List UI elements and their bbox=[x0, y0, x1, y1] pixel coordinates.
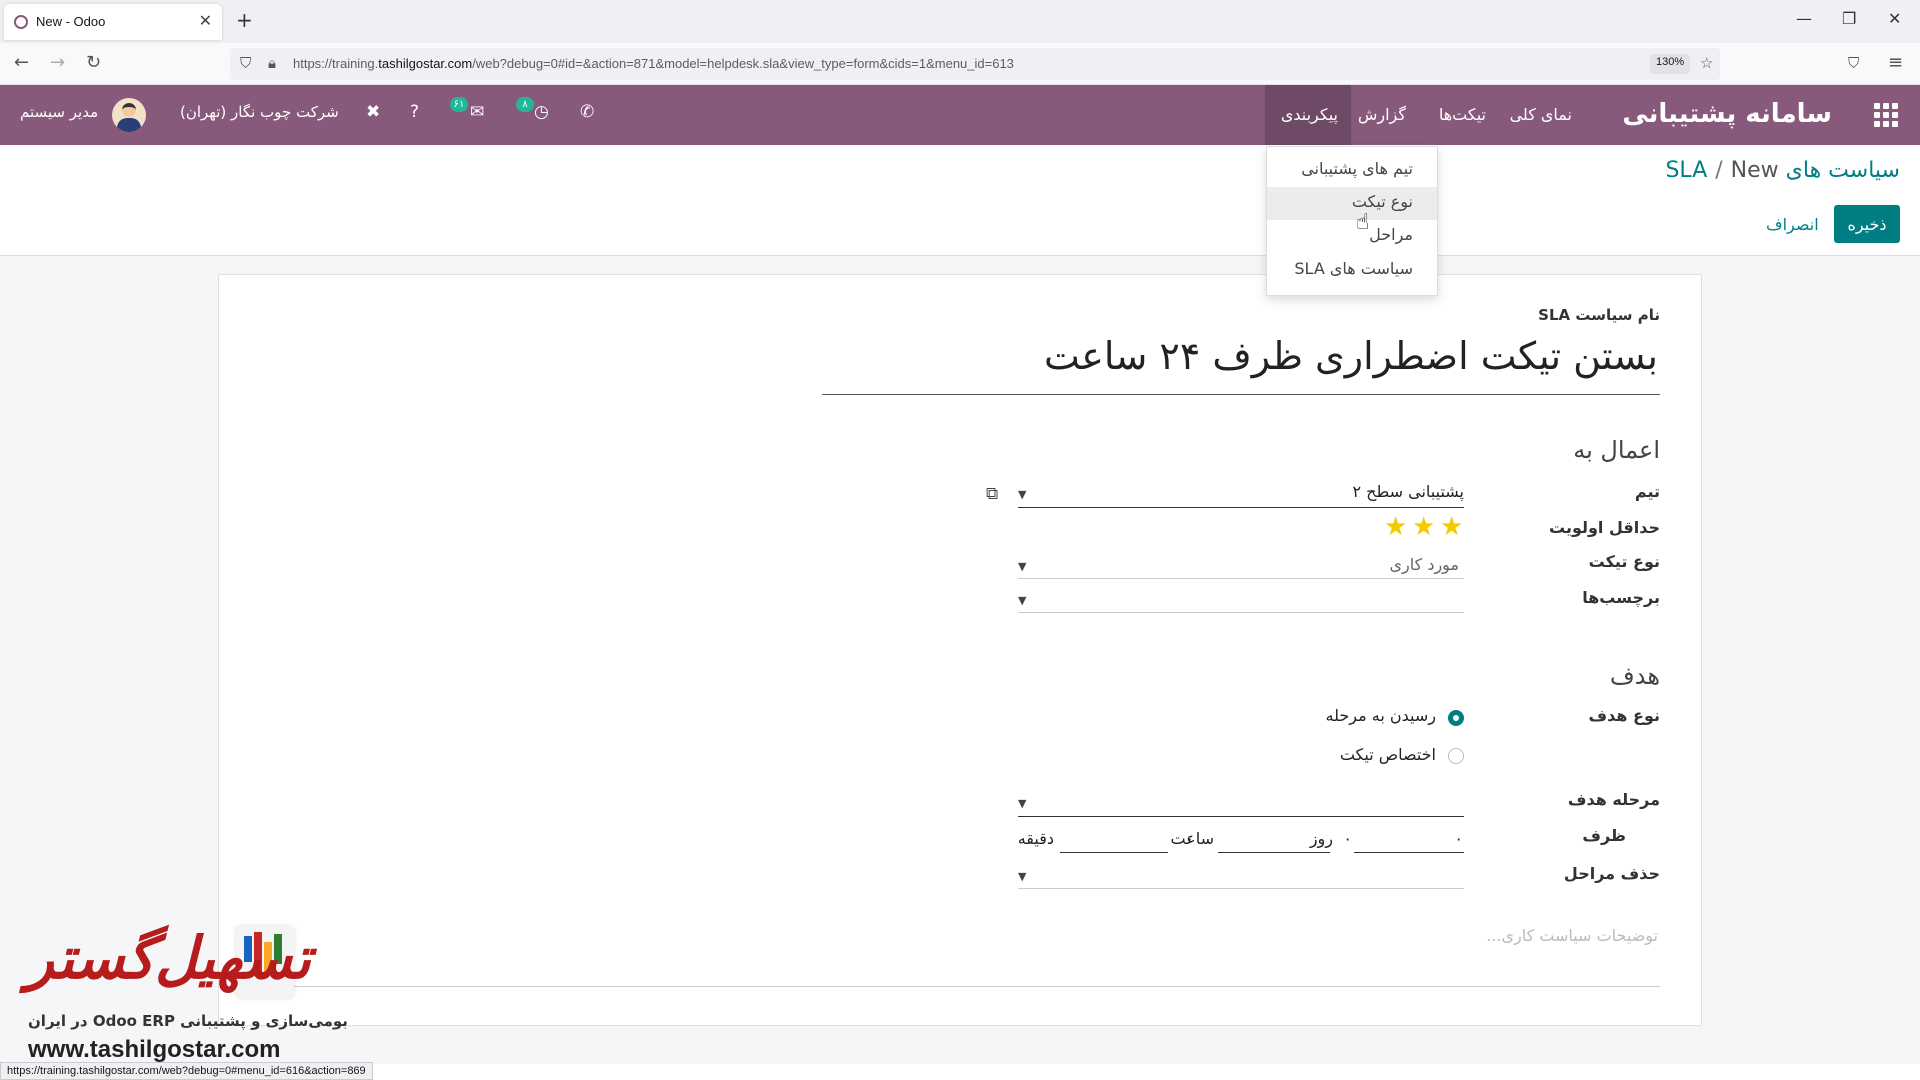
breadcrumb-parent[interactable]: سیاست های SLA bbox=[1665, 158, 1900, 183]
breadcrumb: سیاست های SLA/New bbox=[1665, 158, 1900, 183]
restore-window-icon[interactable]: ❐ bbox=[1842, 9, 1856, 28]
browser-tab-bar: New - Odoo ✕ + — ❐ ✕ bbox=[0, 0, 1920, 43]
dropdown-item-helpdesk-teams[interactable]: تیم های پشتیبانی bbox=[1301, 159, 1413, 178]
priority-star-icon[interactable]: ★ bbox=[1412, 512, 1435, 542]
url-bar[interactable]: ⛉ 🔒︎ https://training.tashilgostar.com/w… bbox=[230, 48, 1720, 80]
tags-underline bbox=[1018, 612, 1464, 613]
back-icon[interactable]: ← bbox=[14, 52, 29, 73]
messages-badge: ۶۱ bbox=[450, 97, 468, 112]
dropdown-item-ticket-types[interactable]: نوع تیکت bbox=[1352, 192, 1413, 211]
menu-configuration[interactable]: پیکربندی bbox=[1281, 105, 1338, 124]
mouse-cursor-icon: ☝ bbox=[1356, 210, 1370, 235]
menu-overview[interactable]: نمای کلی bbox=[1510, 105, 1572, 124]
priority-star-icon[interactable]: ★ bbox=[1440, 512, 1463, 542]
sla-name-input[interactable]: بستن تیکت اضطراری ظرف ۲۴ ساعت bbox=[1044, 334, 1658, 378]
hours-underline bbox=[1218, 852, 1330, 853]
reload-icon[interactable]: ↻ bbox=[86, 52, 101, 73]
odoo-navbar: سامانه پشتیبانی نمای کلی تیکت‌ها گزارش پ… bbox=[0, 85, 1920, 145]
browser-menu-icon[interactable]: ≡ bbox=[1888, 52, 1903, 73]
odoo-favicon-icon bbox=[14, 15, 28, 29]
watermark-logo-text: تسهیل‌گستر bbox=[26, 924, 311, 992]
shield-icon[interactable]: ⛉ bbox=[240, 54, 251, 72]
description-input[interactable]: توضیحات سیاست کاری... bbox=[1486, 926, 1658, 945]
description-underline bbox=[240, 986, 1660, 987]
target-stage-underline bbox=[1018, 816, 1464, 817]
watermark-subtitle: بومی‌سازی و پشتیبانی Odoo ERP در ایران bbox=[28, 1012, 348, 1030]
minutes-underline bbox=[1060, 852, 1168, 853]
ticket-type-label: نوع تیکت bbox=[1588, 552, 1660, 571]
browser-tab-title: New - Odoo bbox=[36, 14, 106, 29]
team-input[interactable]: پشتیبانی سطح ۲ bbox=[1353, 482, 1465, 501]
menu-tickets[interactable]: تیکت‌ها bbox=[1439, 105, 1486, 124]
activity-clock-icon[interactable]: ◷ bbox=[534, 102, 549, 122]
external-link-icon[interactable]: ⧉ bbox=[986, 484, 998, 504]
user-avatar[interactable] bbox=[112, 98, 146, 132]
minimize-window-icon[interactable]: — bbox=[1796, 9, 1812, 28]
excluded-stages-dropdown-icon[interactable]: ▼ bbox=[1018, 870, 1026, 883]
forward-icon[interactable]: → bbox=[50, 52, 65, 73]
days-unit: روز bbox=[1309, 829, 1333, 848]
browser-nav-bar: ← → ↻ ⛉ 🔒︎ https://training.tashilgostar… bbox=[0, 43, 1920, 85]
team-underline bbox=[1018, 507, 1464, 508]
help-icon[interactable]: ? bbox=[410, 102, 419, 122]
new-tab-icon[interactable]: + bbox=[236, 8, 253, 32]
target-stage-dropdown-icon[interactable]: ▼ bbox=[1018, 797, 1026, 810]
section-apply-to: اعمال به bbox=[1573, 436, 1660, 464]
sla-name-label: نام سیاست SLA bbox=[1538, 306, 1660, 324]
target-type-label: نوع هدف bbox=[1588, 706, 1660, 725]
minutes-unit: دقیقه bbox=[1017, 829, 1054, 848]
sla-name-underline bbox=[822, 394, 1660, 395]
url-text[interactable]: https://training.tashilgostar.com/web?de… bbox=[293, 56, 1014, 71]
section-target: هدف bbox=[1609, 662, 1660, 690]
tags-dropdown-icon[interactable]: ▼ bbox=[1018, 594, 1026, 607]
close-tab-icon[interactable]: ✕ bbox=[199, 11, 212, 30]
target-radio-reach-stage[interactable] bbox=[1448, 710, 1464, 726]
configuration-dropdown: تیم های پشتیبانی نوع تیکت مراحل سیاست ها… bbox=[1266, 146, 1438, 296]
days-input[interactable]: ۰ bbox=[1454, 829, 1463, 848]
priority-label: حداقل اولویت bbox=[1549, 518, 1660, 537]
lock-icon[interactable]: 🔒︎ bbox=[268, 54, 276, 72]
phone-icon[interactable]: ✆ bbox=[580, 102, 594, 122]
breadcrumb-current: New bbox=[1730, 158, 1779, 183]
excluded-stages-underline bbox=[1018, 888, 1464, 889]
app-switcher-icon[interactable] bbox=[1874, 103, 1898, 127]
target-option-reach-stage[interactable]: رسیدن به مرحله bbox=[1326, 706, 1436, 725]
menu-reporting[interactable]: گزارش bbox=[1358, 105, 1406, 124]
discard-button[interactable]: انصراف bbox=[1760, 205, 1824, 243]
ticket-type-input[interactable]: مورد کاری bbox=[1389, 555, 1459, 574]
days-underline bbox=[1354, 852, 1464, 853]
minutes-input[interactable]: ۰ bbox=[1185, 829, 1194, 848]
target-option-assign-ticket[interactable]: اختصاص تیکت bbox=[1340, 745, 1436, 764]
activity-badge: ۸ bbox=[516, 97, 534, 112]
browser-tab[interactable]: New - Odoo ✕ bbox=[4, 4, 222, 40]
tags-label: برچسب‌ها bbox=[1582, 588, 1660, 607]
target-radio-assign-ticket[interactable] bbox=[1448, 748, 1464, 764]
browser-status-bar: https://training.tashilgostar.com/web?de… bbox=[0, 1062, 373, 1080]
team-dropdown-icon[interactable]: ▼ bbox=[1018, 488, 1026, 501]
priority-star-icon[interactable]: ★ bbox=[1384, 512, 1407, 542]
dropdown-item-stages[interactable]: مراحل bbox=[1369, 225, 1413, 244]
target-stage-label: مرحله هدف bbox=[1567, 790, 1660, 809]
save-button[interactable]: ذخیره bbox=[1834, 205, 1900, 243]
form-sheet bbox=[218, 274, 1702, 1026]
ticket-type-dropdown-icon[interactable]: ▼ bbox=[1018, 560, 1026, 573]
within-label: ظرف bbox=[1582, 826, 1626, 845]
team-label: تیم bbox=[1634, 482, 1660, 501]
dropdown-item-sla-policies[interactable]: سیاست های SLA bbox=[1294, 259, 1413, 278]
user-menu[interactable]: مدیر سیستم bbox=[20, 103, 98, 121]
company-switcher[interactable]: شرکت چوب نگار (تهران) bbox=[180, 103, 339, 121]
messages-icon[interactable]: ✉ bbox=[470, 102, 484, 122]
bookmark-star-icon[interactable]: ☆ bbox=[1700, 54, 1713, 72]
excluded-stages-label: حذف مراحل bbox=[1563, 864, 1660, 883]
debug-tools-icon[interactable]: ✖ bbox=[366, 102, 380, 122]
app-brand[interactable]: سامانه پشتیبانی bbox=[1622, 99, 1832, 129]
pocket-icon[interactable]: ⛉ bbox=[1848, 54, 1859, 72]
zoom-level[interactable]: 130% bbox=[1650, 54, 1691, 74]
hours-input[interactable]: ۰ bbox=[1343, 829, 1352, 848]
close-window-icon[interactable]: ✕ bbox=[1888, 9, 1901, 28]
watermark-url: www.tashilgostar.com bbox=[28, 1036, 281, 1063]
ticket-type-underline bbox=[1018, 578, 1464, 579]
